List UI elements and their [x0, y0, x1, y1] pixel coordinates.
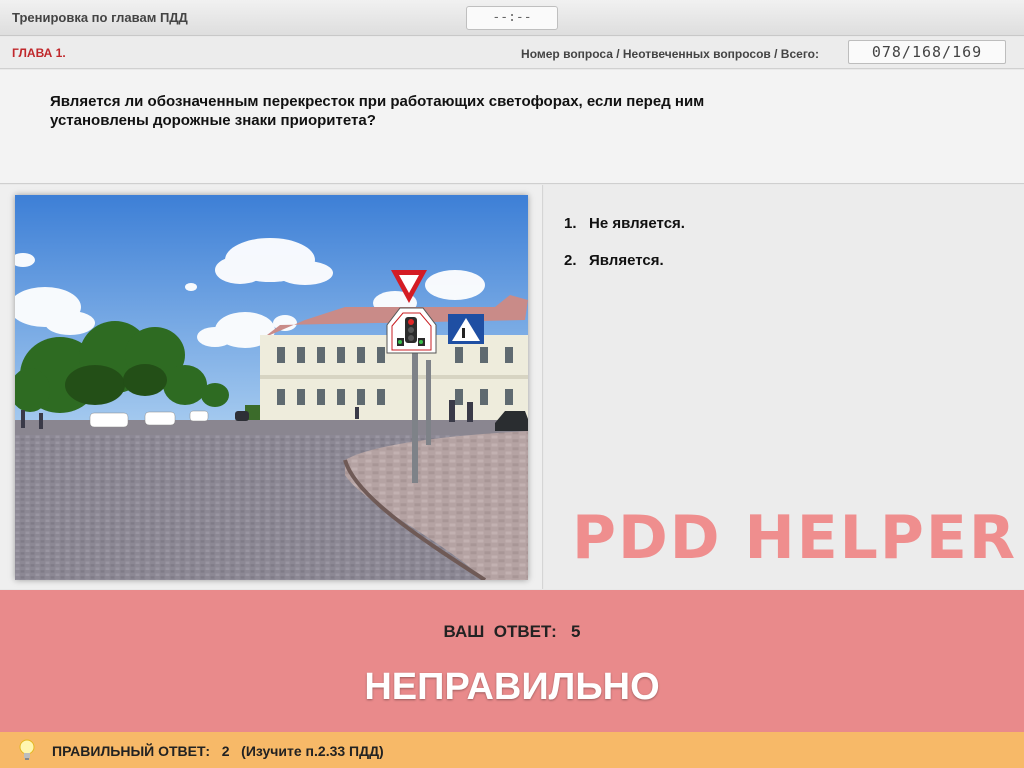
chapter-label: ГЛАВА 1.: [12, 46, 66, 60]
question-line-1: Является ли обозначенным перекресток при…: [50, 93, 705, 110]
lightbulb-icon: [18, 739, 36, 766]
title-bar: Тренировка по главам ПДД --:--: [0, 0, 1024, 36]
answer-text: Является.: [589, 252, 664, 269]
answer-number: 1.: [564, 215, 577, 232]
verdict-text: НЕПРАВИЛЬНО: [364, 666, 660, 708]
question-info-bar: ГЛАВА 1. Номер вопроса / Неотвеченных во…: [0, 37, 1024, 69]
correct-answer-label: ПРАВИЛЬНЫЙ ОТВЕТ:: [52, 743, 211, 759]
question-counter: 078/168/169: [848, 40, 1006, 64]
answers-panel: 1. Не является. 2. Является. PDD HELPER: [544, 185, 1024, 589]
answer-text: Не является.: [589, 215, 685, 232]
counter-label: Номер вопроса / Неотвеченных вопросов / …: [521, 47, 819, 61]
image-panel: [0, 185, 543, 589]
correct-answer-value: 2: [221, 743, 230, 759]
answer-option-2[interactable]: 2. Является.: [564, 252, 664, 269]
question-photo: [15, 195, 528, 580]
question-text: Является ли обозначенным перекресток при…: [50, 92, 830, 130]
question-panel: Является ли обозначенным перекресток при…: [0, 70, 1024, 184]
question-line-2: установлены дорожные знаки приоритета?: [50, 112, 376, 129]
timer-display: --:--: [466, 6, 558, 30]
your-answer-value: 5: [570, 622, 581, 641]
correct-answer-bar: ПРАВИЛЬНЫЙ ОТВЕТ: 2 (Изучите п.2.33 ПДД): [0, 732, 1024, 768]
app-title: Тренировка по главам ПДД: [12, 10, 188, 25]
watermark-logo: PDD HELPER: [572, 503, 1018, 573]
answer-number: 2.: [564, 252, 577, 269]
your-answer: ВАШ ОТВЕТ: 5: [0, 622, 1024, 642]
correct-answer-text: ПРАВИЛЬНЫЙ ОТВЕТ: 2 (Изучите п.2.33 ПДД): [52, 743, 384, 759]
result-panel: ВАШ ОТВЕТ: 5 НЕПРАВИЛЬНО: [0, 590, 1024, 732]
answer-option-1[interactable]: 1. Не является.: [564, 215, 685, 232]
your-answer-label: ВАШ ОТВЕТ:: [443, 622, 557, 641]
correct-answer-note: (Изучите п.2.33 ПДД): [241, 743, 384, 759]
